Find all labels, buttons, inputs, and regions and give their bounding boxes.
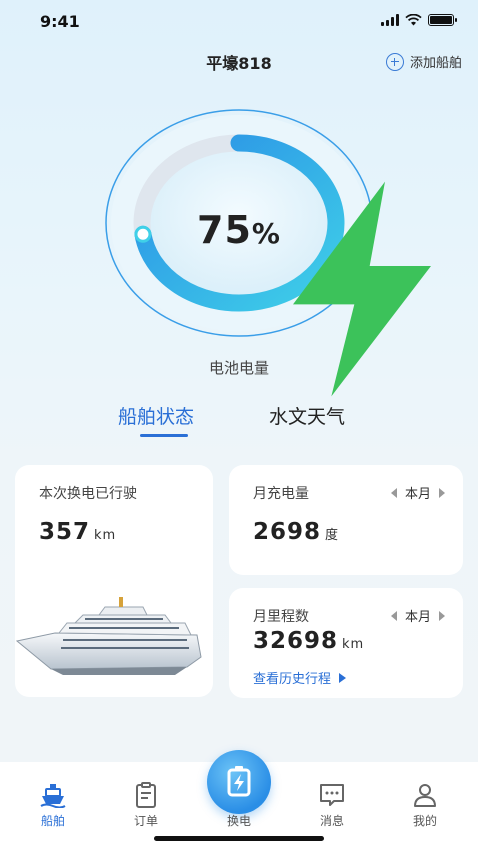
view-history-label: 查看历史行程 xyxy=(253,672,332,687)
ship-icon xyxy=(40,784,66,808)
message-icon xyxy=(320,784,344,806)
home-indicator xyxy=(154,836,324,841)
wifi-icon xyxy=(405,14,422,26)
period-label: 本月 xyxy=(404,487,431,502)
view-history-link[interactable]: 查看历史行程 xyxy=(253,668,347,687)
next-month-icon[interactable] xyxy=(439,610,445,621)
ship-illustration xyxy=(15,597,202,675)
status-icons xyxy=(381,14,457,26)
distance-value: 357 km xyxy=(39,519,117,545)
tabbar-item-orders[interactable]: 订单 xyxy=(116,782,176,829)
tab-hydrology-weather[interactable]: 水文天气 xyxy=(269,402,345,429)
tabbar-item-ship[interactable]: 船舶 xyxy=(23,782,83,829)
tabbar-label: 消息 xyxy=(319,814,344,828)
battery-percent-value: 75% xyxy=(197,208,281,252)
status-battery-icon xyxy=(428,14,457,26)
tabbar-label: 我的 xyxy=(412,814,437,828)
tabbar-item-messages[interactable]: 消息 xyxy=(302,782,362,829)
monthly-charge-card: 月充电量 本月 2698 度 xyxy=(229,465,463,575)
mileage-value: 32698 km xyxy=(253,628,365,654)
battery-swap-label: 换电 xyxy=(226,814,251,828)
play-arrow-icon xyxy=(339,672,347,683)
clipboard-icon xyxy=(136,782,156,808)
tab-ship-status[interactable]: 船舶状态 xyxy=(118,402,194,429)
distance-since-swap-card: 本次换电已行驶 357 km xyxy=(15,465,213,697)
battery-swap-button[interactable] xyxy=(207,750,271,814)
user-icon xyxy=(414,784,436,807)
card-title: 月里程数 xyxy=(253,609,309,625)
status-time: 9:41 xyxy=(40,12,80,31)
period-label: 本月 xyxy=(404,610,431,625)
charge-value: 2698 度 xyxy=(253,519,340,545)
plus-circle-icon xyxy=(385,52,404,71)
add-ship-label: 添加船舶 xyxy=(409,56,462,71)
card-title: 本次换电已行驶 xyxy=(39,486,137,502)
next-month-icon[interactable] xyxy=(439,487,445,498)
battery-level-label: 电池电量 xyxy=(208,359,269,377)
cellular-signal-icon xyxy=(381,14,399,26)
status-bar: 9:41 xyxy=(0,0,478,44)
previous-month-icon[interactable] xyxy=(390,610,397,621)
mileage-period-selector: 本月 xyxy=(390,606,445,625)
active-tab-indicator xyxy=(140,434,188,437)
charge-period-selector: 本月 xyxy=(390,483,445,502)
battery-swap-icon xyxy=(227,766,251,797)
tabbar-label: 船舶 xyxy=(40,814,65,828)
tabbar-item-me[interactable]: 我的 xyxy=(395,782,455,829)
card-title: 月充电量 xyxy=(253,486,309,502)
monthly-mileage-card: 月里程数 本月 32698 km 查看历史行程 xyxy=(229,588,463,698)
battery-gauge: 75% xyxy=(104,108,431,397)
add-ship-button[interactable]: 添加船舶 xyxy=(385,52,462,71)
tabbar-label: 订单 xyxy=(133,814,158,828)
previous-month-icon[interactable] xyxy=(390,487,397,498)
